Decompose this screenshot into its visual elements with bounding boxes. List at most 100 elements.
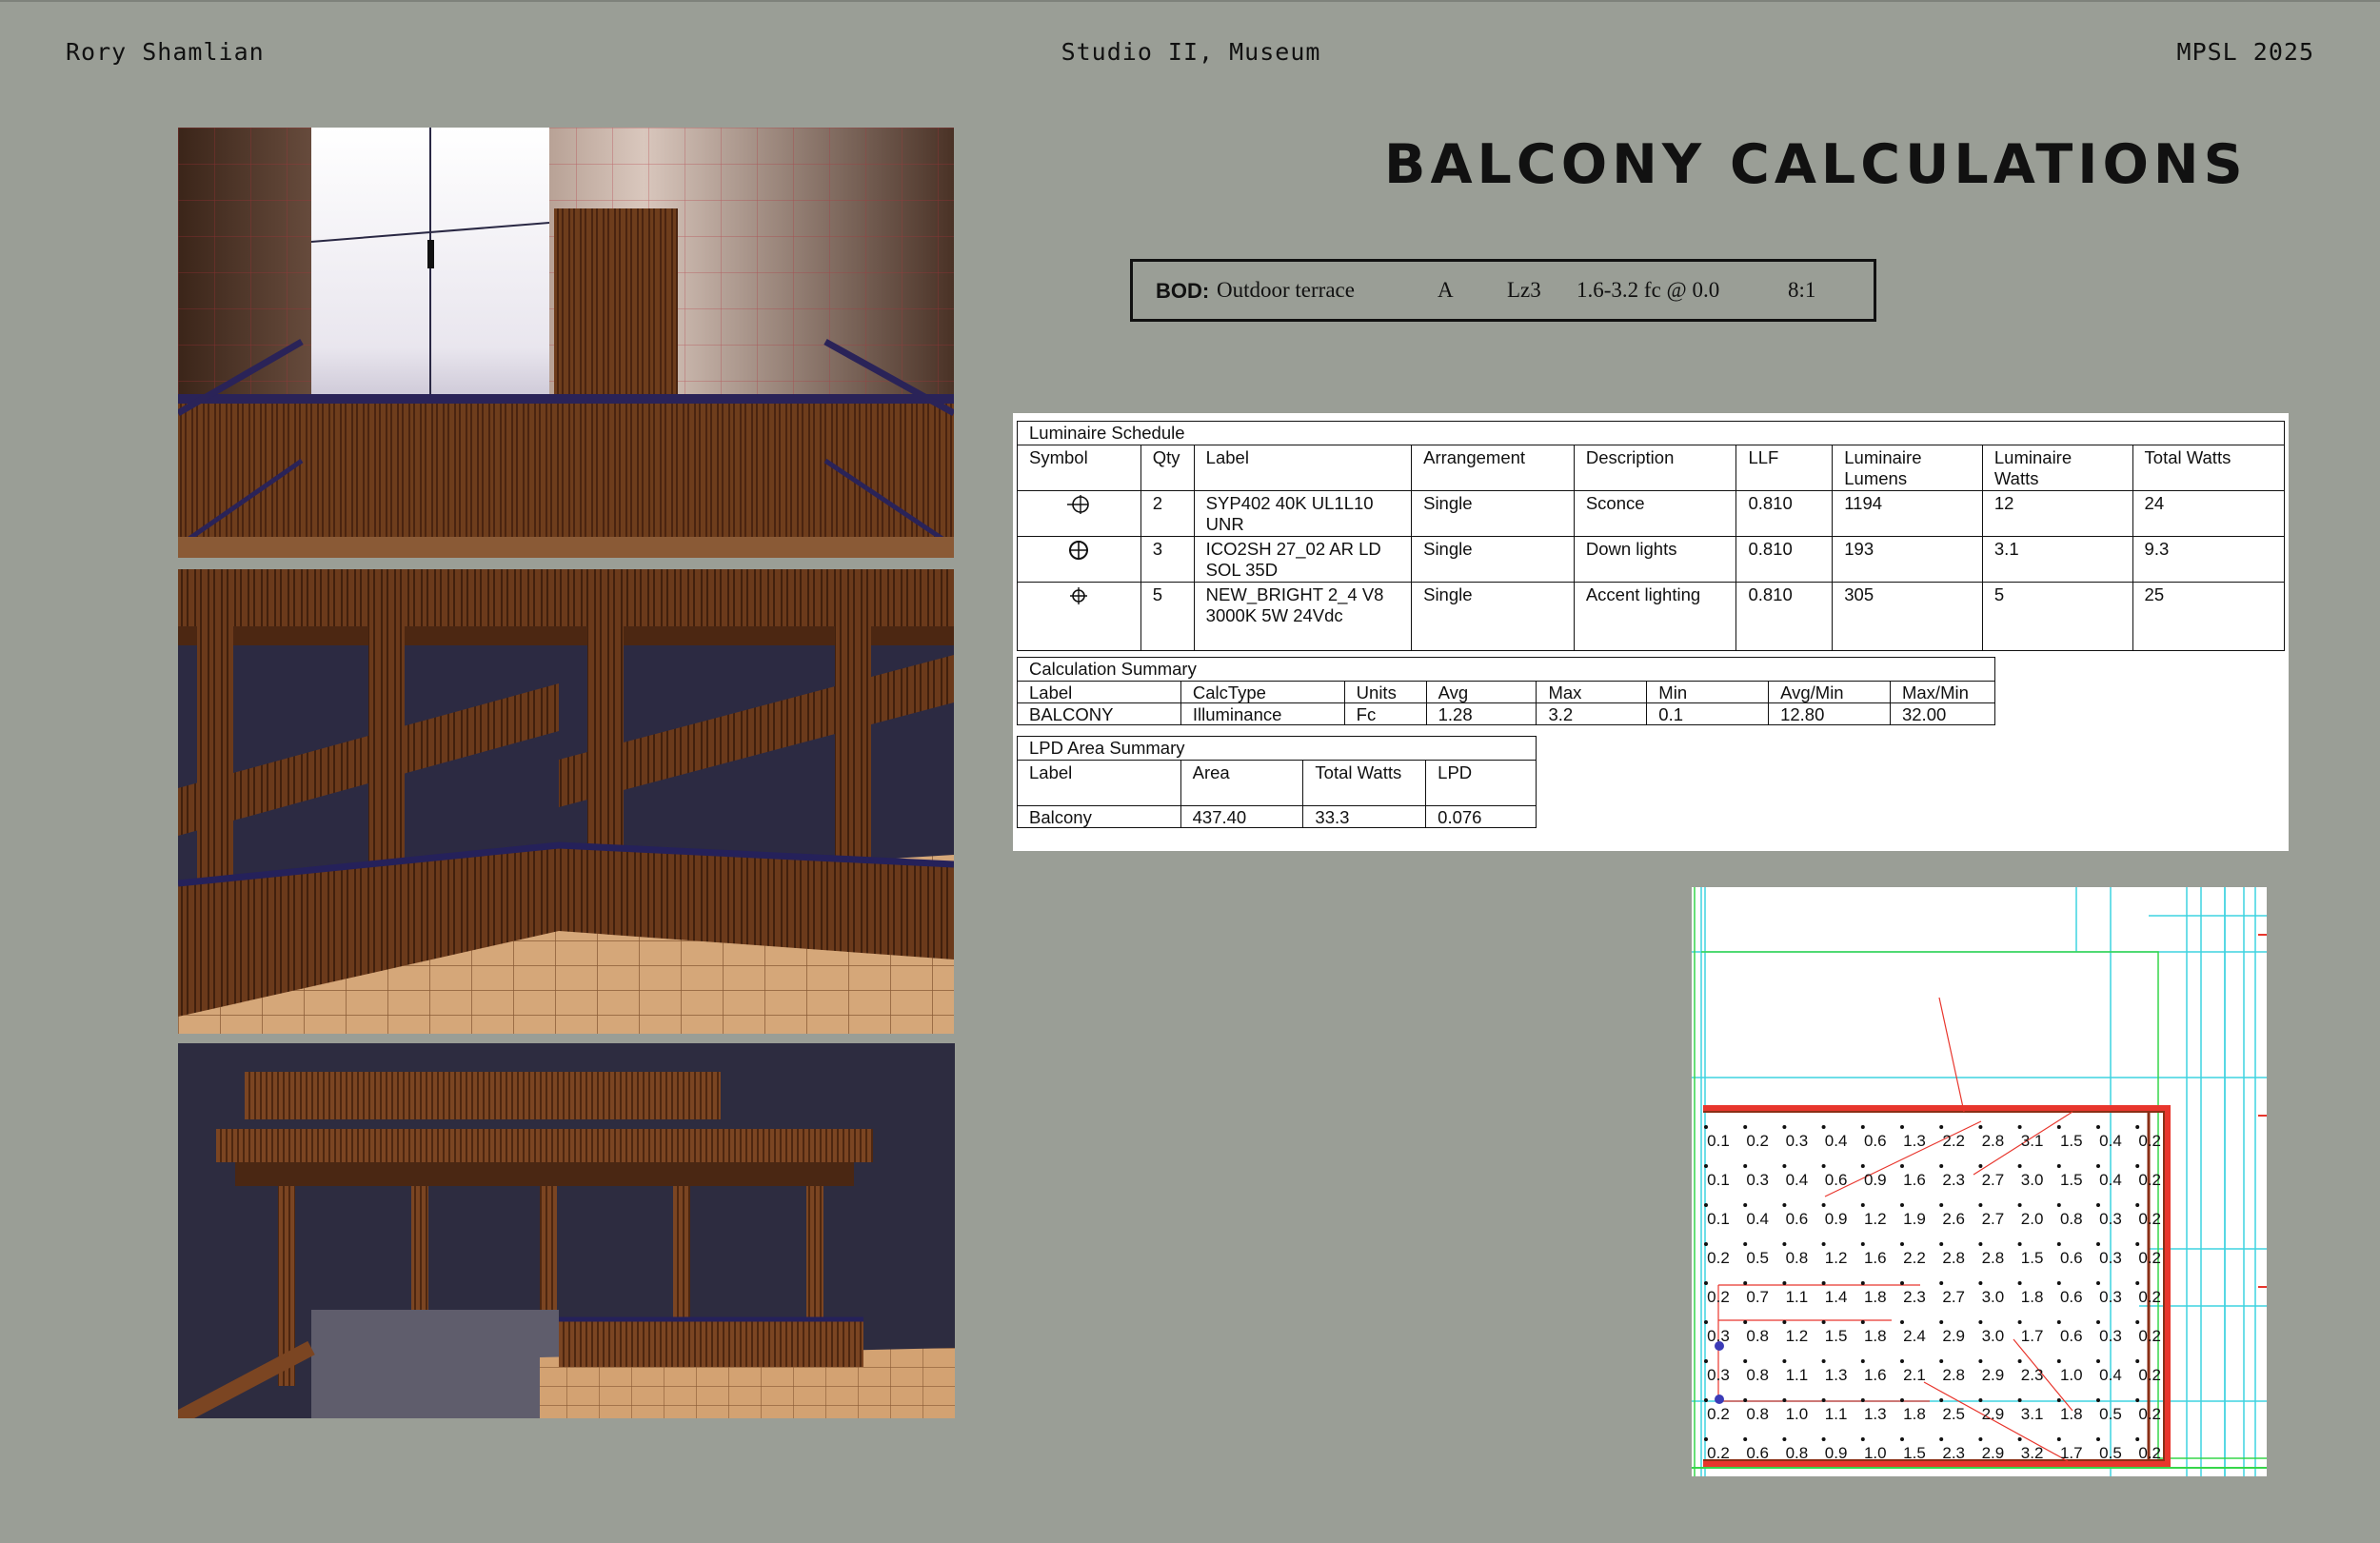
calc-point-dot: [1782, 1242, 1787, 1246]
col-header: LPD: [1425, 760, 1537, 806]
calc-point-dot: [2056, 1164, 2061, 1168]
illuminance-value: 0.3: [1707, 1366, 1730, 1384]
illuminance-value: 2.3: [2021, 1366, 2044, 1384]
calc-point-dot: [1743, 1320, 1748, 1324]
calc-point-dot: [1743, 1125, 1748, 1129]
calc-point-dot: [1782, 1398, 1787, 1402]
illuminance-value: 2.8: [1942, 1366, 1965, 1384]
calc-point-dot: [2135, 1203, 2140, 1207]
col-header: Luminaire Watts: [1981, 445, 2133, 491]
calc-point-dot: [2096, 1242, 2100, 1246]
calc-point-dot: [1939, 1437, 1944, 1441]
calc-point-dot: [1939, 1320, 1944, 1324]
illuminance-value: 1.2: [1786, 1327, 1809, 1345]
illuminance-value: 1.5: [1903, 1444, 1926, 1462]
calc-point-dot: [1978, 1437, 1983, 1441]
illuminance-value: 0.2: [1707, 1444, 1730, 1462]
illuminance-value: 0.2: [2138, 1366, 2161, 1384]
calc-point-dot: [1821, 1281, 1826, 1285]
calc-point-dot: [1860, 1359, 1865, 1363]
calc-point-dot: [1860, 1437, 1865, 1441]
illuminance-value: 0.2: [1707, 1249, 1730, 1267]
schedule-header-row: Symbol Qty Label Arrangement Description…: [1017, 445, 2286, 491]
illuminance-value: 1.6: [1903, 1171, 1926, 1189]
calc-point-dot: [1900, 1164, 1904, 1168]
calc-point-dot: [1743, 1398, 1748, 1402]
illuminance-value: 2.2: [1903, 1249, 1926, 1267]
illuminance-value: 0.4: [2099, 1366, 2122, 1384]
illuminance-value: 1.3: [1903, 1132, 1926, 1150]
calc-point-dot: [1782, 1164, 1787, 1168]
calculation-summary-caption: Calculation Summary: [1017, 657, 1995, 681]
calc-point-dot: [1704, 1281, 1708, 1285]
calc-point-dot: [1782, 1359, 1787, 1363]
cell-label: SYP402 40K UL1L10 UNR: [1193, 490, 1413, 537]
cell: 0.1: [1646, 702, 1770, 725]
calc-point-dot: [1704, 1242, 1708, 1246]
calc-point-dot: [1978, 1281, 1983, 1285]
col-header: CalcType: [1180, 681, 1345, 703]
illuminance-value: 1.5: [2060, 1132, 2083, 1150]
calc-point-dot: [1704, 1359, 1708, 1363]
cell: 12.80: [1768, 702, 1891, 725]
render-balcony-doorway: [178, 128, 954, 558]
illuminance-value: 1.5: [1825, 1327, 1848, 1345]
cell-qty: 5: [1140, 582, 1195, 651]
cell: 3.2: [1536, 702, 1648, 725]
illuminance-value: 1.6: [1864, 1366, 1887, 1384]
illuminance-value: 0.3: [2099, 1249, 2122, 1267]
calc-point-dot: [1782, 1281, 1787, 1285]
calc-point-dot: [1860, 1242, 1865, 1246]
cell: Illuminance: [1180, 702, 1345, 725]
illuminance-value: 0.3: [2099, 1327, 2122, 1345]
cell: Balcony: [1017, 805, 1181, 828]
illuminance-value: 1.0: [2060, 1366, 2083, 1384]
calc-point-dot: [1860, 1164, 1865, 1168]
luminaire-schedule-caption: Luminaire Schedule: [1017, 421, 2285, 445]
calc-point-dot: [2135, 1242, 2140, 1246]
calc-point-dot: [1900, 1281, 1904, 1285]
col-header: Max: [1536, 681, 1648, 703]
calc-point-dot: [2056, 1359, 2061, 1363]
bod-target: 1.6-3.2 fc @ 0.0: [1577, 278, 1720, 302]
col-header: Label: [1193, 445, 1413, 491]
illuminance-value: 0.5: [1746, 1249, 1769, 1267]
illuminance-value: 1.2: [1825, 1249, 1848, 1267]
calc-point-dot: [2096, 1398, 2100, 1402]
calc-point-dot: [1900, 1398, 1904, 1402]
summary-header-row: Label CalcType Units Avg Max Min Avg/Min…: [1017, 681, 1996, 703]
calc-point-dot: [2056, 1203, 2061, 1207]
calc-point-dot: [2096, 1437, 2100, 1441]
render-balcony-exterior: [178, 1043, 955, 1418]
illuminance-value: 2.5: [1942, 1405, 1965, 1423]
illuminance-value: 2.2: [1942, 1132, 1965, 1150]
illuminance-value: 2.3: [1942, 1444, 1965, 1462]
calc-point-dot: [2017, 1398, 2022, 1402]
lpd-summary-table: Label Area Total Watts LPD Balcony 437.4…: [1017, 760, 1537, 828]
calculation-summary: Calculation Summary Label CalcType Units…: [1017, 657, 1996, 725]
illuminance-value: 0.6: [2060, 1249, 2083, 1267]
calc-point-dot: [1743, 1281, 1748, 1285]
illuminance-value: 1.5: [2060, 1171, 2083, 1189]
col-header: Label: [1017, 681, 1181, 703]
illuminance-value: 0.4: [2099, 1171, 2122, 1189]
calc-point-dot: [1939, 1203, 1944, 1207]
calc-point-dot: [1821, 1320, 1826, 1324]
calc-point-dot: [2135, 1320, 2140, 1324]
illuminance-value: 2.9: [1982, 1405, 2005, 1423]
calc-point-dot: [2135, 1359, 2140, 1363]
calc-point-dot: [2096, 1359, 2100, 1363]
calc-point-dot: [1939, 1398, 1944, 1402]
col-header: Total Watts: [1302, 760, 1427, 806]
illuminance-value: 0.6: [2060, 1327, 2083, 1345]
cell-label: NEW_BRIGHT 2_4 V8 3000K 5W 24Vdc: [1193, 582, 1413, 651]
illuminance-value: 2.3: [1903, 1288, 1926, 1306]
calculation-report: Luminaire Schedule Symbol Qty Label Arra…: [1013, 413, 2289, 851]
illuminance-value: 0.9: [1864, 1171, 1887, 1189]
cell-lumens: 193: [1832, 536, 1983, 583]
illuminance-value: 0.4: [1825, 1132, 1848, 1150]
col-header: Symbol: [1017, 445, 1141, 491]
calc-point-dot: [1821, 1359, 1826, 1363]
calc-point-dot: [2056, 1281, 2061, 1285]
col-header: Units: [1343, 681, 1427, 703]
